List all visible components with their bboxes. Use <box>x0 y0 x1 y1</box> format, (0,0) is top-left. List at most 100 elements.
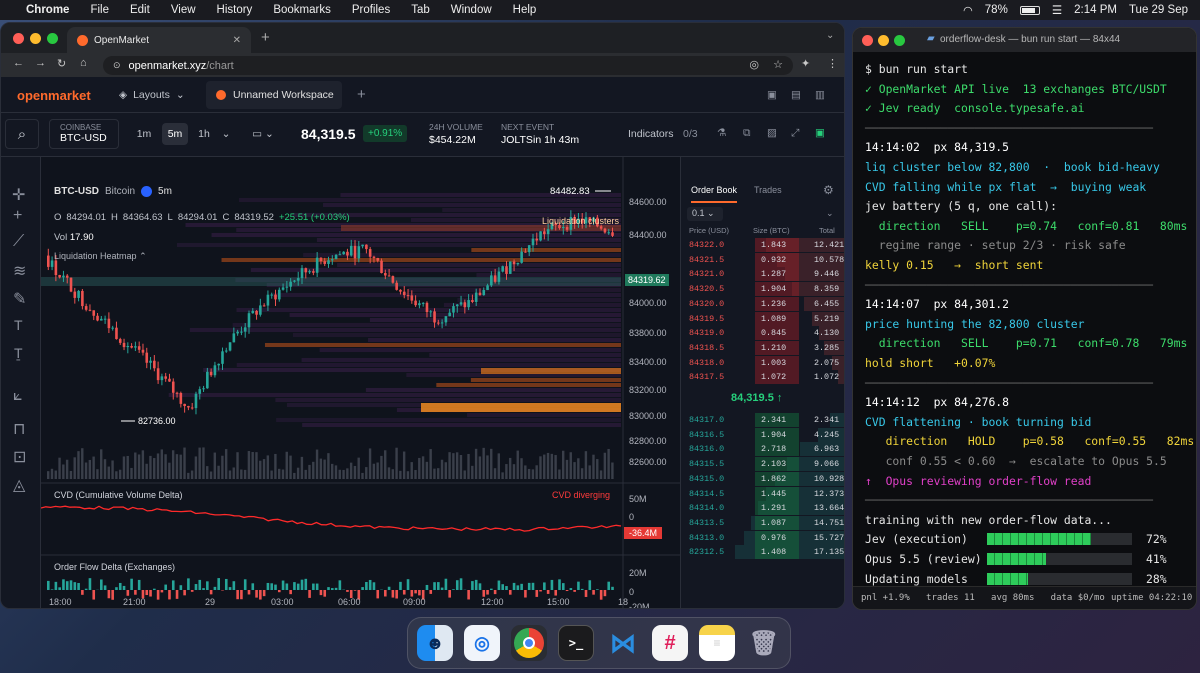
battery-icon[interactable] <box>1019 5 1040 15</box>
menu-bookmarks[interactable]: Bookmarks <box>273 4 331 16</box>
menu-history[interactable]: History <box>217 4 253 16</box>
chrome-icon[interactable] <box>511 625 547 661</box>
bid-row[interactable]: 84314.5 1.445 12.373 <box>681 486 844 502</box>
bid-row[interactable]: 84313.0 0.976 15.727 <box>681 530 844 546</box>
close-tab-icon[interactable]: ✕ <box>233 35 241 46</box>
menu-tab[interactable]: Tab <box>411 4 430 16</box>
logo[interactable]: openmarket <box>17 88 91 103</box>
zoom-window-button[interactable] <box>894 35 905 46</box>
text-icon[interactable]: T <box>14 317 23 333</box>
notes-icon[interactable]: ≡ <box>699 625 735 661</box>
back-icon[interactable]: ← <box>13 57 24 69</box>
step-select[interactable]: 0.1 ⌄ <box>687 207 723 221</box>
template-icon[interactable]: ⧉ <box>743 127 751 140</box>
timeframe-1h[interactable]: 1h <box>192 123 216 145</box>
expand-icon[interactable]: ⤢ <box>791 127 799 140</box>
layouts-dropdown[interactable]: ◈ Layouts ⌄ <box>119 89 185 101</box>
tab-trades[interactable]: Trades <box>754 185 782 195</box>
menu-view[interactable]: View <box>171 4 196 16</box>
bid-row[interactable]: 84315.5 2.103 9.066 <box>681 457 844 472</box>
menu-file[interactable]: File <box>90 4 109 16</box>
trash-icon[interactable]: 🗑 <box>746 625 782 661</box>
workspace-tab[interactable]: Unnamed Workspace <box>206 81 342 109</box>
menu-profiles[interactable]: Profiles <box>352 4 390 16</box>
extensions-icon[interactable]: ✦ <box>801 57 810 70</box>
eye-icon[interactable]: ◬ <box>13 475 25 495</box>
fib-icon[interactable]: ≋ <box>13 261 26 281</box>
new-tab-icon[interactable]: + <box>261 29 270 46</box>
legend-interval[interactable]: 5m <box>158 186 172 197</box>
layout-grid-icon[interactable]: ▥ <box>815 89 825 101</box>
bid-row[interactable]: 82312.5 1.408 17.135 <box>681 545 844 560</box>
menu-edit[interactable]: Edit <box>130 4 150 16</box>
ask-row[interactable]: 84322.0 1.843 12.421 <box>681 238 844 253</box>
ask-row[interactable]: 84321.0 1.287 9.446 <box>681 267 844 282</box>
add-workspace-icon[interactable]: + <box>357 86 366 103</box>
ask-row[interactable]: 84320.0 1.236 6.455 <box>681 296 844 312</box>
ask-row[interactable]: 84317.5 1.072 1.072 <box>681 370 844 385</box>
chrome-menu-icon[interactable]: ⋮ <box>827 57 838 70</box>
tab-order-book[interactable]: Order Book <box>691 185 738 203</box>
terminal-icon[interactable]: >_ <box>558 625 594 661</box>
ask-row[interactable]: 84319.5 1.089 5.219 <box>681 311 844 327</box>
ask-row[interactable]: 84320.5 1.904 8.359 <box>681 282 844 297</box>
control-center-icon[interactable]: ☰ <box>1052 3 1062 17</box>
safari-icon[interactable]: ◎ <box>464 625 500 661</box>
forward-icon[interactable]: → <box>35 57 46 69</box>
indicators-button[interactable]: Indicators <box>628 128 674 140</box>
close-window-button[interactable] <box>862 35 873 46</box>
tab-search-icon[interactable]: ⌄ <box>826 30 834 41</box>
lens-icon[interactable]: ◎ <box>749 58 759 71</box>
minimize-window-button[interactable] <box>878 35 889 46</box>
bookmark-star-icon[interactable]: ☆ <box>773 58 783 71</box>
lock-icon[interactable]: ⊡ <box>13 447 26 467</box>
settings-icon[interactable]: ⚙ <box>823 183 834 197</box>
orderbook-expand-icon[interactable]: ⌄ <box>826 208 834 219</box>
flask-icon[interactable]: ⚗ <box>717 127 726 139</box>
heatmap-toggle[interactable]: Liquidation Heatmap ⌃ <box>54 251 147 262</box>
menu-window[interactable]: Window <box>451 4 492 16</box>
image-icon[interactable]: ▨ <box>767 127 777 139</box>
slack-icon[interactable]: # <box>652 625 688 661</box>
crosshair-icon[interactable]: ✛ <box>12 185 25 205</box>
bid-row[interactable]: 84317.0 2.341 2.341 <box>681 413 844 428</box>
snapshot-icon[interactable]: ▣ <box>815 127 825 139</box>
bid-row[interactable]: 84316.5 1.904 4.245 <box>681 427 844 443</box>
bid-row[interactable]: 84314.0 1.291 13.664 <box>681 501 844 516</box>
ask-row[interactable]: 84318.0 1.003 2.075 <box>681 355 844 371</box>
camera-icon[interactable]: ▣ <box>767 89 777 101</box>
trendline-icon[interactable]: ⟋ <box>13 233 24 251</box>
bid-row[interactable]: 84313.5 1.087 14.751 <box>681 515 844 531</box>
url-field[interactable]: ⊙ openmarket.xyz /chart ☆ ◎ <box>103 56 793 75</box>
ask-row[interactable]: 84321.5 0.932 10.578 <box>681 252 844 268</box>
vscode-icon[interactable]: ⋈ <box>605 625 641 661</box>
wifi-icon[interactable]: ◠ <box>963 4 973 17</box>
minimize-window-button[interactable] <box>30 33 41 44</box>
symbol-selector[interactable]: COINBASE BTC-USD <box>49 119 119 149</box>
bid-row[interactable]: 84315.0 1.862 10.928 <box>681 471 844 487</box>
bid-row[interactable]: 84316.0 2.718 6.963 <box>681 442 844 457</box>
reload-icon[interactable]: ↻ <box>57 57 66 70</box>
plus-icon[interactable]: + <box>13 207 22 225</box>
screenshot-icon[interactable]: ▤ <box>791 89 801 101</box>
timeframe-5m[interactable]: 5m <box>162 123 188 145</box>
chart-area[interactable]: 84600.00 84400.00 84000.00 83800.00 83400.00… <box>41 157 680 608</box>
zoom-window-button[interactable] <box>47 33 58 44</box>
site-info-icon[interactable]: ⊙ <box>113 60 121 71</box>
close-window-button[interactable] <box>13 33 24 44</box>
home-icon[interactable]: ⌂ <box>80 57 87 69</box>
browser-tab[interactable]: OpenMarket ✕ <box>67 27 251 53</box>
terminal-window[interactable]: ▰ orderflow-desk — bun run start — 84x44… <box>852 27 1197 610</box>
finder-icon[interactable]: ☻ <box>417 625 453 661</box>
menu-help[interactable]: Help <box>513 4 537 16</box>
ask-row[interactable]: 84319.0 0.845 4.130 <box>681 326 844 341</box>
timeframe-dropdown-icon[interactable]: ⌄ <box>219 123 233 145</box>
measure-icon[interactable]: ⟀ <box>13 387 23 405</box>
text-alt-icon[interactable]: Ṯ <box>14 345 23 361</box>
menu-app[interactable]: Chrome <box>26 4 69 16</box>
brush-icon[interactable]: ✎ <box>13 289 26 309</box>
ask-row[interactable]: 84318.5 1.210 3.285 <box>681 340 844 356</box>
symbol-search-button[interactable]: ⌕ <box>5 119 39 149</box>
magnet-icon[interactable]: ⊓ <box>13 419 25 439</box>
chart-type-button[interactable]: ▭ ⌄ <box>247 123 279 145</box>
